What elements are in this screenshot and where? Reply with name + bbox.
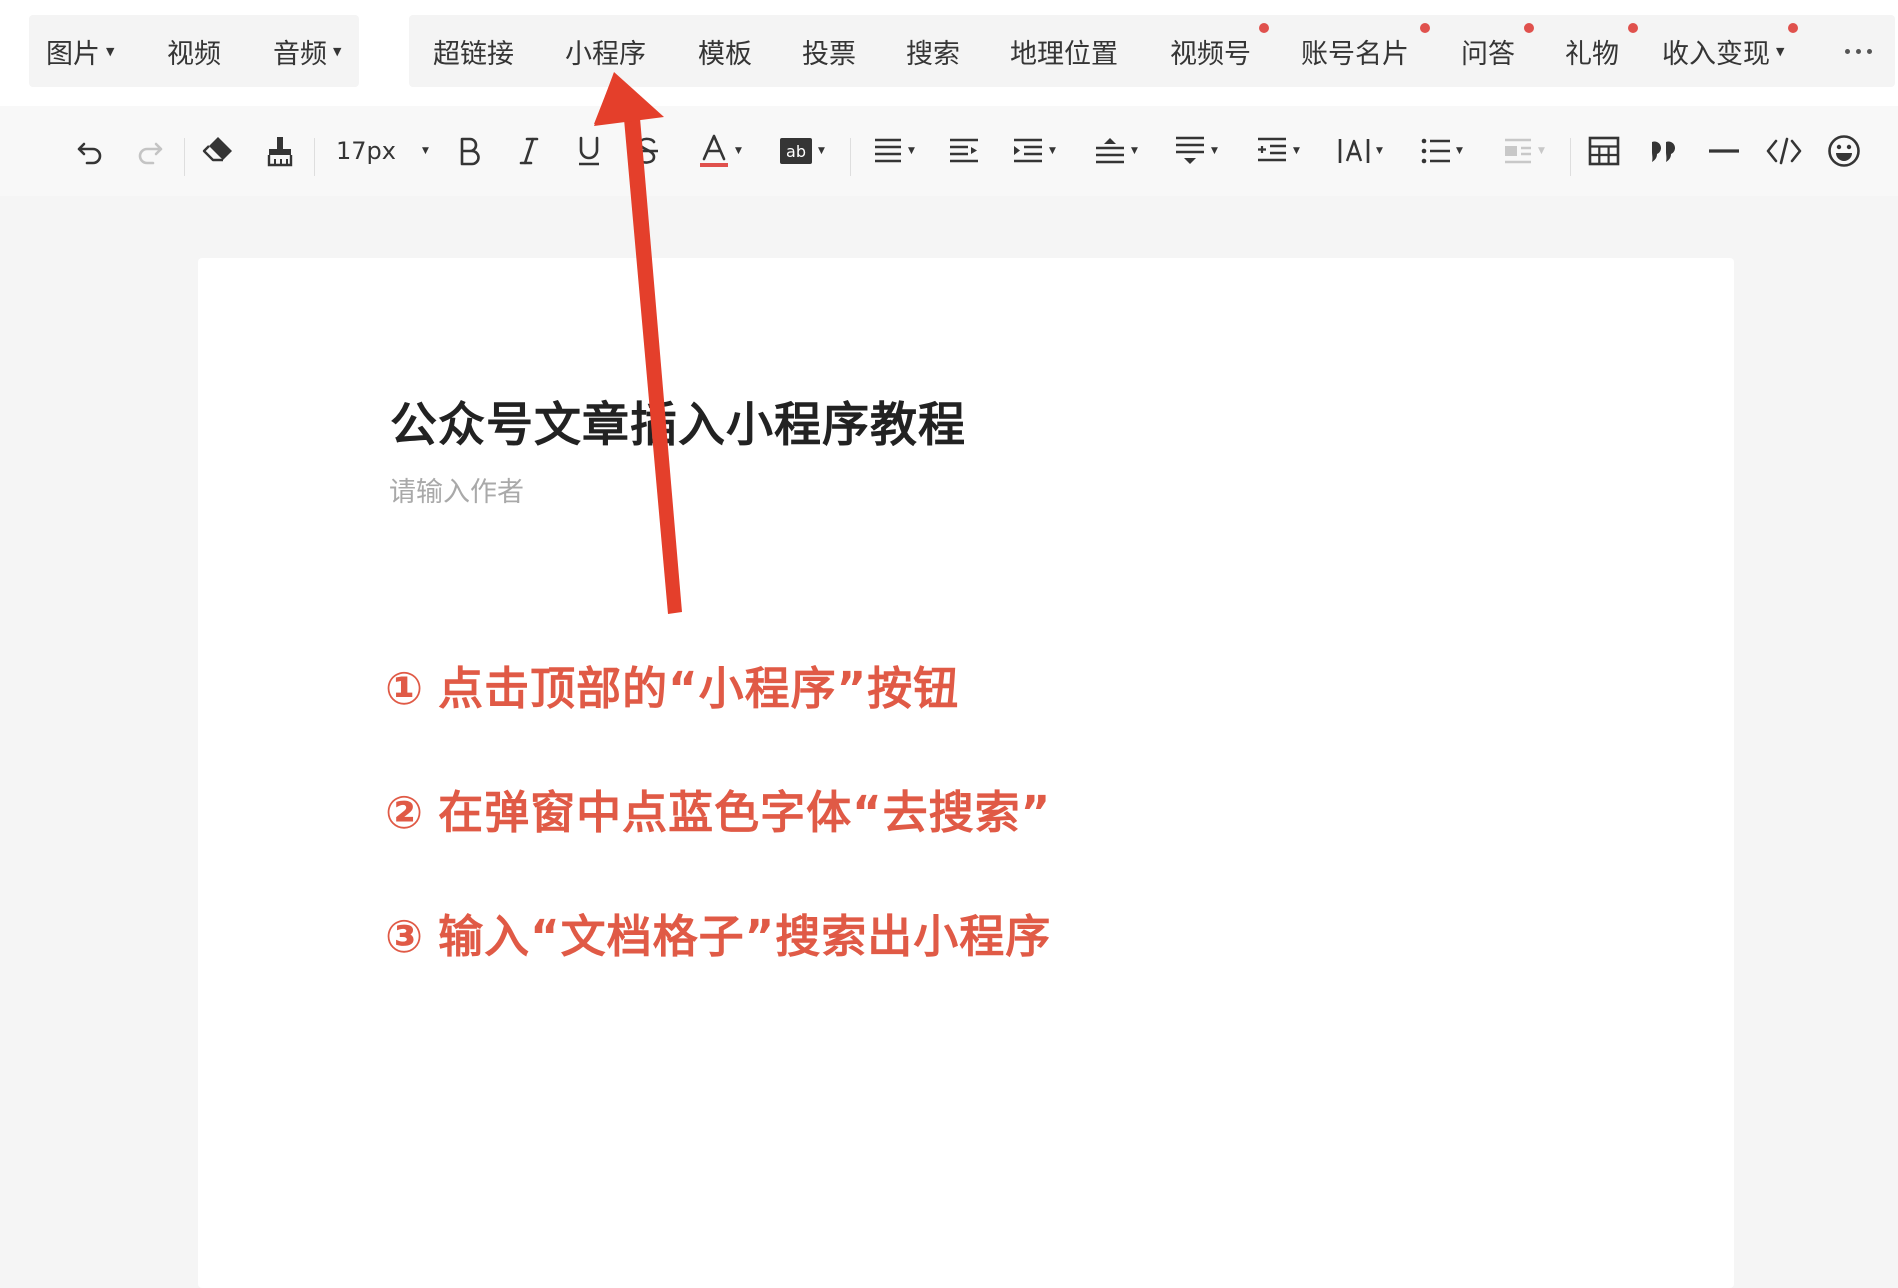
toolbar-divider xyxy=(1570,138,1571,176)
code-icon[interactable] xyxy=(1764,126,1804,176)
step-number: ③ xyxy=(385,910,425,963)
chevron-down-icon: ▼ xyxy=(1776,44,1785,58)
insert-menu-bar: 图片 ▼ 视频 音频 ▼ 超链接 小程序 模板 投票 搜索 地理位置 视频号 账… xyxy=(0,0,1898,106)
step-1: ① 点击顶部的“小程序”按钮 xyxy=(385,652,959,717)
new-badge-dot xyxy=(1788,23,1798,33)
undo-icon[interactable] xyxy=(70,126,110,176)
indent-icon[interactable] xyxy=(944,126,984,176)
menu-channels-label: 视频号 xyxy=(1170,38,1251,70)
font-size-select[interactable]: 17px ▼ xyxy=(336,126,429,176)
new-badge-dot xyxy=(1259,23,1269,33)
menu-search[interactable]: 搜索 xyxy=(906,15,960,87)
chevron-down-icon: ▼ xyxy=(908,146,915,156)
align-icon[interactable]: ▼ xyxy=(866,126,922,176)
emoji-icon[interactable] xyxy=(1824,126,1864,176)
menu-video-label: 视频 xyxy=(167,38,221,70)
chevron-down-icon: ▼ xyxy=(1456,146,1463,156)
menu-account-card-label: 账号名片 xyxy=(1301,38,1409,70)
more-horizontal-icon[interactable] xyxy=(1845,15,1872,87)
svg-text:ab: ab xyxy=(786,142,806,161)
menu-monetization-label: 收入变现 xyxy=(1662,38,1770,70)
font-color-icon[interactable]: ▼ xyxy=(690,126,750,176)
line-height-icon[interactable]: ▼ xyxy=(1248,126,1308,176)
menu-location[interactable]: 地理位置 xyxy=(1010,15,1118,87)
menu-monetization[interactable]: 收入变现 ▼ xyxy=(1662,15,1784,87)
step-3: ③ 输入“文档格子”搜索出小程序 xyxy=(385,900,1051,965)
step-text: 在弹窗中点蓝色字体“去搜索” xyxy=(438,786,1052,839)
menu-search-label: 搜索 xyxy=(906,38,960,70)
menu-qa-label: 问答 xyxy=(1461,38,1515,70)
chevron-down-icon: ▼ xyxy=(1131,146,1138,156)
chevron-down-icon: ▼ xyxy=(818,146,825,156)
format-brush-icon[interactable] xyxy=(262,126,298,176)
content-insert-group: 超链接 小程序 模板 投票 搜索 地理位置 视频号 账号名片 问答 礼物 收入变… xyxy=(409,15,1895,87)
bold-icon[interactable] xyxy=(452,126,486,176)
chevron-down-icon: ▼ xyxy=(1538,146,1545,156)
new-badge-dot xyxy=(1524,23,1534,33)
step-number: ① xyxy=(385,662,425,715)
menu-channels[interactable]: 视频号 xyxy=(1170,15,1251,87)
chevron-down-icon: ▼ xyxy=(421,146,429,156)
redo-icon[interactable] xyxy=(130,126,170,176)
menu-video[interactable]: 视频 xyxy=(167,15,221,87)
article-title[interactable]: 公众号文章插入小程序教程 xyxy=(390,386,966,455)
chevron-down-icon: ▼ xyxy=(1049,146,1056,156)
chevron-down-icon: ▼ xyxy=(1293,146,1300,156)
menu-vote-label: 投票 xyxy=(802,38,856,70)
menu-hyperlink-label: 超链接 xyxy=(433,38,514,70)
toolbar-divider xyxy=(314,138,315,176)
menu-template[interactable]: 模板 xyxy=(698,15,752,87)
toolbar-divider xyxy=(184,138,185,176)
media-insert-group: 图片 ▼ 视频 音频 ▼ xyxy=(29,15,359,87)
step-text: 点击顶部的“小程序”按钮 xyxy=(438,662,960,715)
step-2: ② 在弹窗中点蓝色字体“去搜索” xyxy=(385,776,1051,841)
menu-vote[interactable]: 投票 xyxy=(802,15,856,87)
step-number: ② xyxy=(385,786,425,839)
list-icon[interactable]: ▼ xyxy=(1412,126,1472,176)
strikethrough-icon[interactable] xyxy=(630,126,664,176)
menu-template-label: 模板 xyxy=(698,38,752,70)
italic-icon[interactable] xyxy=(512,126,546,176)
paragraph-spacing-before-icon[interactable]: ▼ xyxy=(1086,126,1146,176)
step-text: 输入“文档格子”搜索出小程序 xyxy=(438,910,1052,963)
chevron-down-icon: ▼ xyxy=(1211,146,1218,156)
menu-gift[interactable]: 礼物 xyxy=(1565,15,1619,87)
menu-audio[interactable]: 音频 ▼ xyxy=(273,15,341,87)
eraser-icon[interactable] xyxy=(198,126,238,176)
chevron-down-icon: ▼ xyxy=(1376,146,1383,156)
float-icon[interactable]: ▼ xyxy=(1494,126,1554,176)
menu-qa[interactable]: 问答 xyxy=(1461,15,1515,87)
menu-account-card[interactable]: 账号名片 xyxy=(1301,15,1409,87)
menu-mini-program[interactable]: 小程序 xyxy=(565,15,646,87)
background-color-icon[interactable]: ab ▼ xyxy=(772,126,832,176)
menu-image-label: 图片 xyxy=(46,38,100,70)
menu-audio-label: 音频 xyxy=(273,38,327,70)
underline-icon[interactable] xyxy=(572,126,606,176)
chevron-down-icon: ▼ xyxy=(735,146,742,156)
chevron-down-icon: ▼ xyxy=(333,44,342,58)
menu-hyperlink[interactable]: 超链接 xyxy=(433,15,514,87)
author-input[interactable]: 请输入作者 xyxy=(389,470,524,509)
paragraph-spacing-after-icon[interactable]: ▼ xyxy=(1166,126,1226,176)
toolbar-divider xyxy=(850,138,851,176)
new-badge-dot xyxy=(1628,23,1638,33)
menu-mini-program-label: 小程序 xyxy=(565,38,646,70)
divider-icon[interactable] xyxy=(1704,126,1744,176)
letter-spacing-icon[interactable]: ▼ xyxy=(1330,126,1390,176)
font-size-value: 17px xyxy=(336,137,396,165)
new-badge-dot xyxy=(1420,23,1430,33)
quote-icon[interactable] xyxy=(1644,126,1684,176)
first-line-indent-icon[interactable]: ▼ xyxy=(1004,126,1064,176)
table-icon[interactable] xyxy=(1584,126,1624,176)
chevron-down-icon: ▼ xyxy=(106,44,115,58)
format-toolbar: 17px ▼ ▼ ab ▼ ▼ ▼ ▼ ▼ ▼ ▼ ▼ ▼ xyxy=(0,106,1898,196)
menu-gift-label: 礼物 xyxy=(1565,38,1619,70)
menu-image[interactable]: 图片 ▼ xyxy=(46,15,114,87)
menu-location-label: 地理位置 xyxy=(1010,38,1118,70)
